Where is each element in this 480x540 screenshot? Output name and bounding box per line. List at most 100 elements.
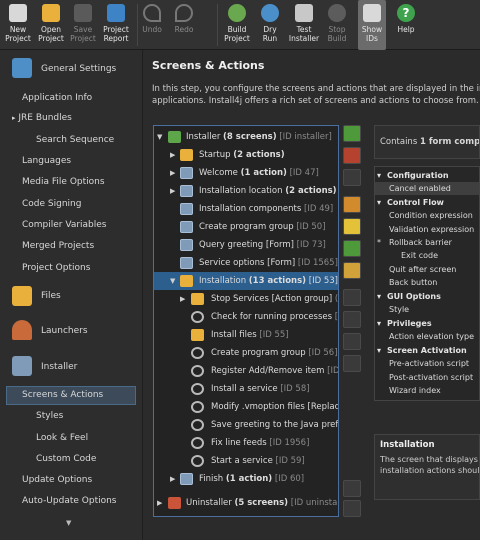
delete-icon[interactable]	[343, 147, 361, 164]
screen-icon	[180, 167, 193, 179]
sidebar-item-project-options[interactable]: Project Options	[0, 263, 143, 273]
sidebar-item-jre-bundles[interactable]: ▸ JRE Bundles	[0, 113, 143, 123]
sidebar-item-screens-actions[interactable]: Screens & Actions	[6, 386, 136, 405]
sidebar-item-look-feel[interactable]: Look & Feel	[0, 433, 143, 443]
property-style[interactable]: Style	[375, 303, 479, 316]
gear-icon	[191, 455, 204, 467]
add-icon[interactable]	[343, 125, 361, 142]
property-group-configuration[interactable]: ▾ Configuration	[375, 169, 479, 182]
sidebar-item-installer[interactable]: Installer	[0, 362, 143, 372]
build-gear-icon	[228, 4, 246, 22]
property-group-gui-options[interactable]: ▾ GUI Options	[375, 290, 479, 303]
expand-arrow-icon[interactable]: ▶	[180, 290, 185, 308]
sidebar-item-styles[interactable]: Styles	[0, 411, 143, 421]
tree-row-create-program-group-action[interactable]: Create program group [ID 56]	[154, 344, 338, 362]
show-ids-button[interactable]: Show IDs	[358, 0, 386, 50]
paste-icon[interactable]	[343, 333, 361, 350]
build-project-button[interactable]: Build Project	[222, 0, 252, 50]
move-down-icon[interactable]	[343, 500, 361, 517]
property-exit-code[interactable]: Exit code	[375, 249, 479, 262]
note-icon[interactable]	[343, 218, 361, 235]
save-project-button[interactable]: Save Project	[68, 0, 98, 50]
test-installer-button[interactable]: Test Installer	[288, 0, 320, 50]
tree-row-register-add-remove[interactable]: Register Add/Remove item [ID	[154, 362, 338, 380]
tree-row-installation[interactable]: ▼ Installation (13 actions) [ID 53]	[154, 272, 338, 290]
tree-row-service-options[interactable]: Service options [Form] [ID 1565]	[154, 254, 338, 272]
property-pre-activation-script[interactable]: Pre-activation script	[375, 357, 479, 370]
gear-icon	[191, 419, 204, 431]
tree-row-install-files[interactable]: Install files [ID 55]	[154, 326, 338, 344]
tree-row-installer[interactable]: ▼ Installer (8 screens) [ID installer]	[154, 128, 338, 146]
tree-row-modify-vmoption[interactable]: Modify .vmoption files [Replac	[154, 398, 338, 416]
property-validation-expression[interactable]: Validation expression	[375, 223, 479, 236]
gear-icon	[191, 311, 204, 323]
properties-panel[interactable]: ▾ Configuration Cancel enabled ▾ Control F…	[374, 166, 480, 401]
expand-arrow-icon[interactable]: ▶	[170, 164, 175, 182]
expand-arrow-icon[interactable]: ▶	[157, 494, 162, 512]
sidebar-item-media-file-options[interactable]: Media File Options	[0, 177, 143, 187]
sidebar-item-files[interactable]: Files	[0, 291, 143, 301]
sidebar-item-auto-update-options[interactable]: Auto-Update Options	[0, 496, 143, 506]
property-back-button[interactable]: Back button	[375, 276, 479, 289]
screens-actions-tree[interactable]: ▼ Installer (8 screens) [ID installer] ▶…	[153, 125, 339, 517]
property-group-control-flow[interactable]: ▾ Control Flow	[375, 196, 479, 209]
undo-button[interactable]: Undo	[138, 0, 166, 50]
sidebar-item-languages[interactable]: Languages	[0, 156, 143, 166]
copy-icon[interactable]	[343, 311, 361, 328]
redo-button[interactable]: Redo	[170, 0, 198, 50]
dry-run-button[interactable]: Dry Run	[255, 0, 285, 50]
link-icon[interactable]	[343, 355, 361, 372]
property-wizard-index[interactable]: Wizard index	[375, 384, 479, 397]
tree-row-save-greeting[interactable]: Save greeting to the Java prefe	[154, 416, 338, 434]
check-icon[interactable]	[343, 240, 361, 257]
sidebar-item-general-settings[interactable]: General Settings	[0, 64, 143, 74]
expand-arrow-icon[interactable]: ▶	[170, 470, 175, 488]
tree-row-start-service[interactable]: Start a service [ID 59]	[154, 452, 338, 470]
expand-arrow-icon[interactable]: ▶	[170, 146, 175, 164]
tree-row-create-program-group[interactable]: Create program group [ID 50]	[154, 218, 338, 236]
property-cancel-enabled[interactable]: Cancel enabled	[375, 182, 479, 195]
sidebar-item-custom-code[interactable]: Custom Code	[0, 454, 143, 464]
sidebar-item-compiler-variables[interactable]: Compiler Variables	[0, 220, 143, 230]
sidebar-item-merged-projects[interactable]: Merged Projects	[0, 241, 143, 251]
property-quit-after-screen[interactable]: Quit after screen	[375, 263, 479, 276]
tree-row-check-running-processes[interactable]: Check for running processes [I	[154, 308, 338, 326]
help-button[interactable]: ? Help	[392, 0, 420, 50]
property-action-elevation-type[interactable]: Action elevation type	[375, 330, 479, 343]
sidebar-item-update-options[interactable]: Update Options	[0, 475, 143, 485]
sidebar-item-launchers[interactable]: Launchers	[0, 326, 143, 336]
sidebar-item-application-info[interactable]: Application Info	[0, 93, 143, 103]
new-project-button[interactable]: New Project	[2, 0, 34, 50]
open-project-button[interactable]: Open Project	[36, 0, 66, 50]
sidebar-item-code-signing[interactable]: Code Signing	[0, 199, 143, 209]
property-group-privileges[interactable]: ▾ Privileges	[375, 317, 479, 330]
property-condition-expression[interactable]: Condition expression	[375, 209, 479, 222]
tree-row-installation-components[interactable]: Installation components [ID 49]	[154, 200, 338, 218]
expand-arrow-icon[interactable]: ▶	[170, 182, 175, 200]
property-group-screen-activation[interactable]: ▾ Screen Activation	[375, 344, 479, 357]
scroll-down-icon[interactable]: ▼	[66, 519, 71, 527]
tree-row-fix-line-feeds[interactable]: Fix line feeds [ID 1956]	[154, 434, 338, 452]
tree-row-finish[interactable]: ▶ Finish (1 action) [ID 60]	[154, 470, 338, 488]
configure-icon[interactable]	[343, 196, 361, 213]
new-project-icon	[9, 4, 27, 22]
stop-build-button[interactable]: Stop Build	[322, 0, 352, 50]
form-icon[interactable]	[343, 262, 361, 279]
move-up-icon[interactable]	[343, 480, 361, 497]
move-icon[interactable]	[343, 289, 361, 306]
redo-icon	[175, 4, 193, 22]
tree-row-installation-location[interactable]: ▶ Installation location (2 actions) [ID	[154, 182, 338, 200]
collapse-arrow-icon[interactable]: ▼	[170, 272, 175, 290]
collapse-arrow-icon[interactable]: ▼	[157, 128, 162, 146]
search-icon[interactable]	[343, 169, 361, 186]
property-post-activation-script[interactable]: Post-activation script	[375, 371, 479, 384]
sidebar-item-search-sequence[interactable]: Search Sequence	[0, 135, 143, 145]
tree-row-query-greeting[interactable]: Query greeting [Form] [ID 73]	[154, 236, 338, 254]
tree-row-install-service[interactable]: Install a service [ID 58]	[154, 380, 338, 398]
tree-row-welcome[interactable]: ▶ Welcome (1 action) [ID 47]	[154, 164, 338, 182]
tree-row-uninstaller[interactable]: ▶ Uninstaller (5 screens) [ID uninstalle…	[154, 494, 338, 512]
tree-row-stop-services[interactable]: ▶ Stop Services [Action group] (I	[154, 290, 338, 308]
tree-row-startup[interactable]: ▶ Startup (2 actions)	[154, 146, 338, 164]
project-report-button[interactable]: Project Report	[100, 0, 132, 50]
property-rollback-barrier[interactable]: * Rollback barrier	[375, 236, 479, 249]
